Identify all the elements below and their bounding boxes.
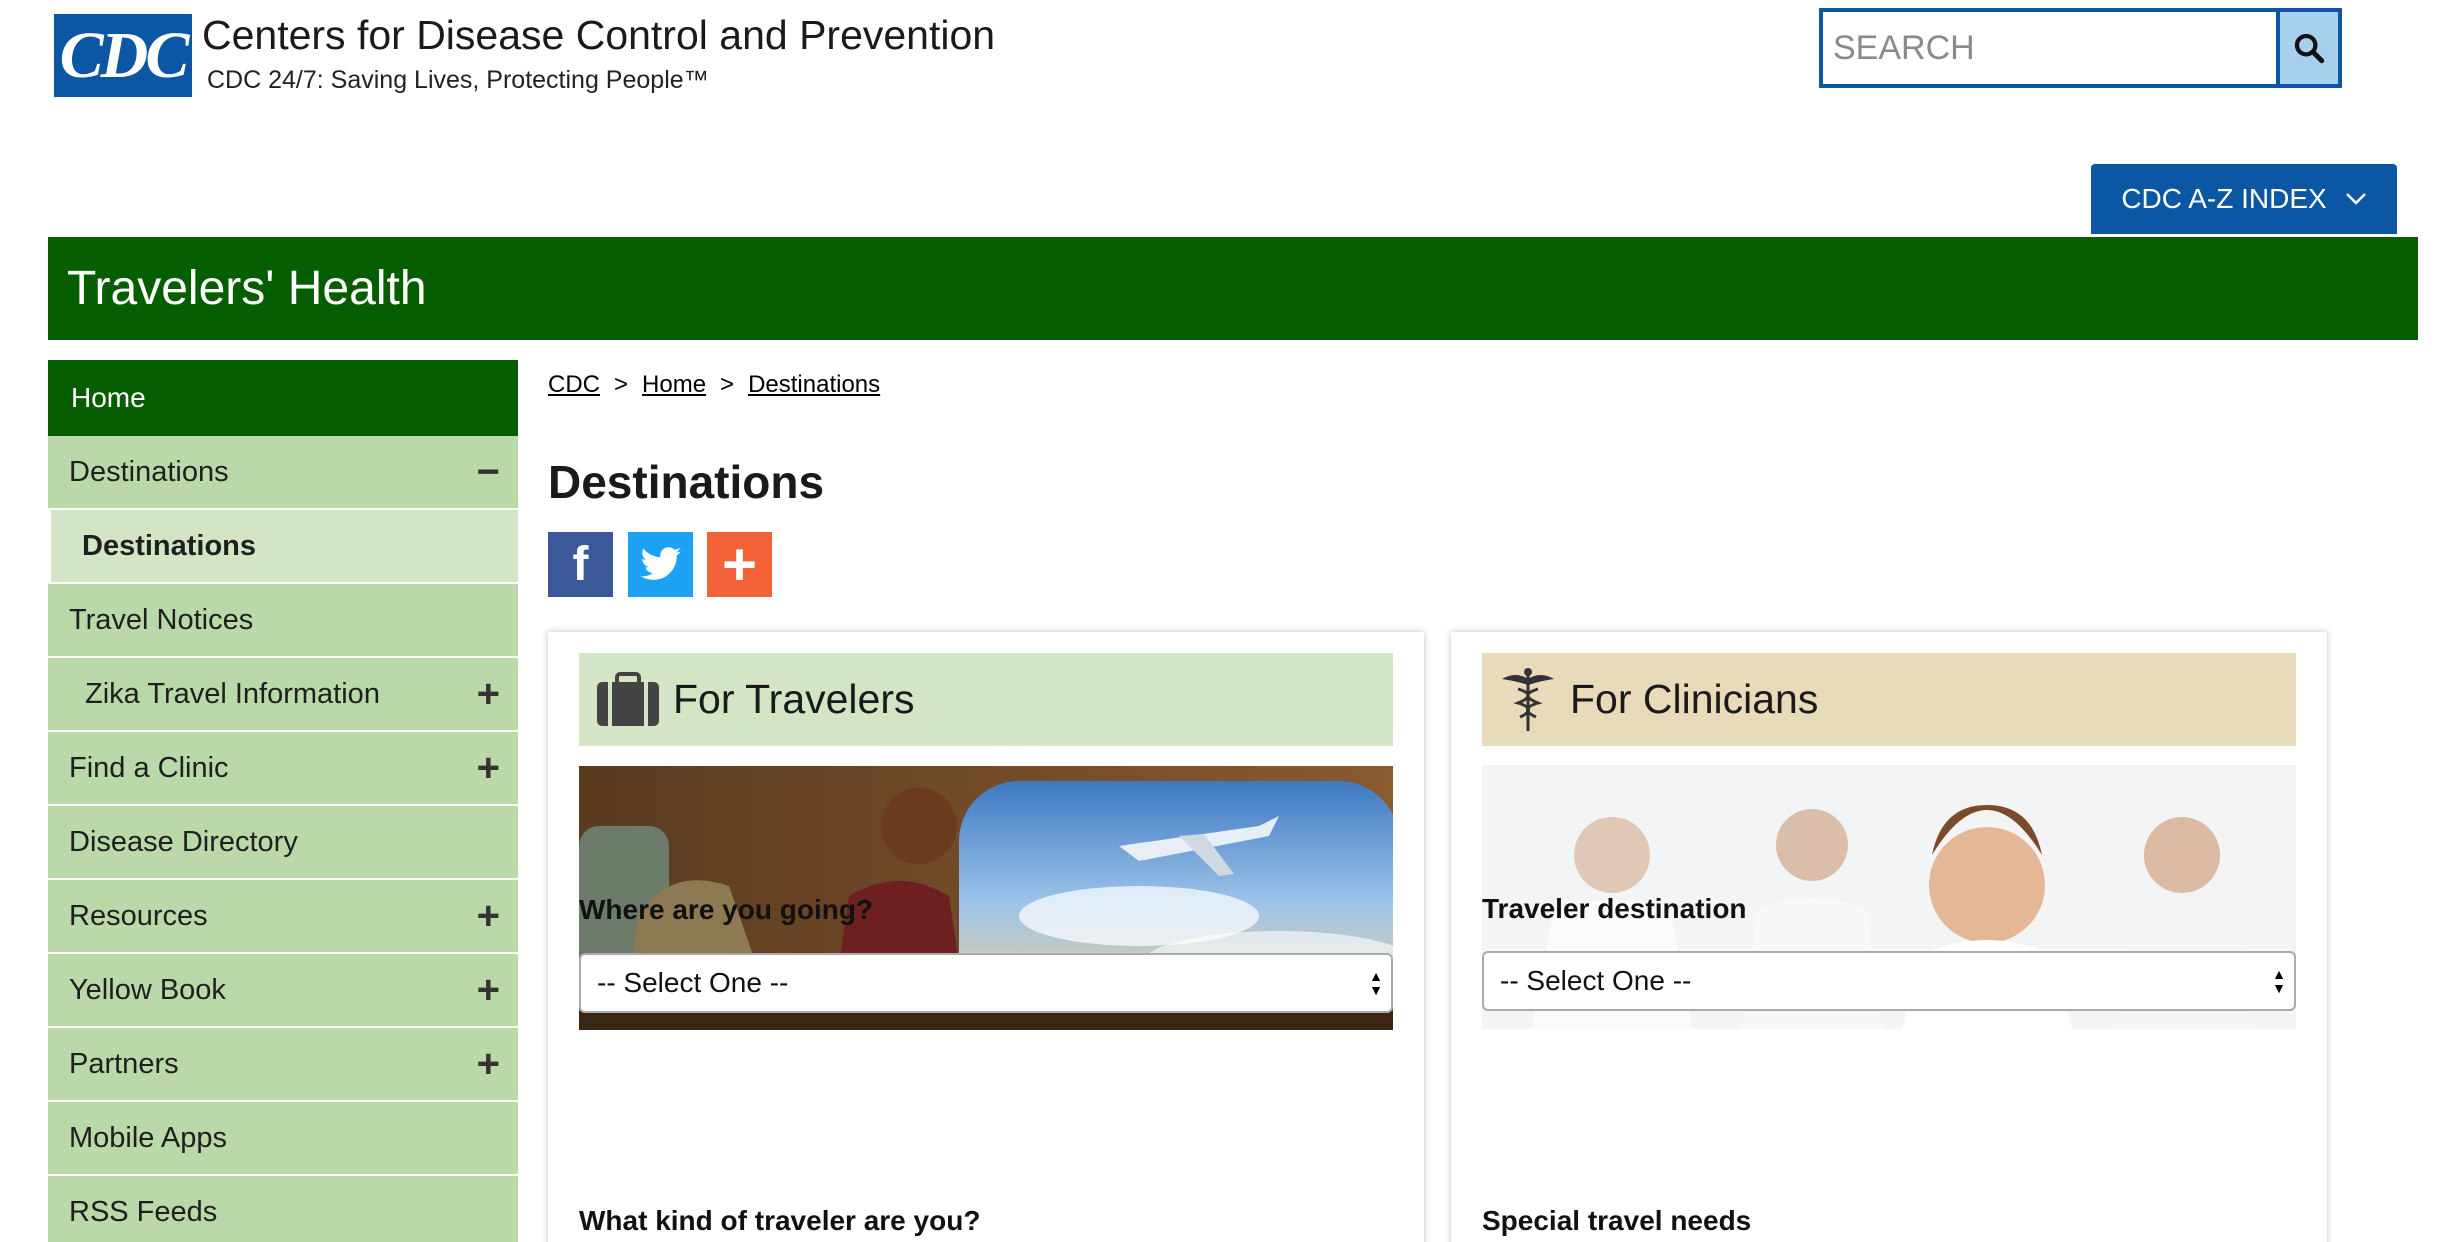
- select-value: -- Select One --: [597, 967, 789, 998]
- clinicians-card-title: For Clinicians: [1570, 676, 1819, 722]
- search-input[interactable]: [1823, 12, 2276, 84]
- select-value: -- Select One --: [1500, 965, 1692, 996]
- sidebar-item-rss-feeds[interactable]: RSS Feeds: [48, 1176, 518, 1242]
- travelers-card-title: For Travelers: [673, 676, 915, 722]
- search-button[interactable]: [2276, 12, 2338, 84]
- sidebar-item-destinations[interactable]: Destinations −: [48, 436, 518, 510]
- sidebar-item-find-clinic[interactable]: Find a Clinic +: [48, 732, 518, 806]
- suitcase-icon: [597, 671, 659, 726]
- caduceus-icon: [1502, 667, 1554, 731]
- chevron-down-icon: [2345, 193, 2366, 205]
- collapse-icon[interactable]: −: [477, 452, 500, 492]
- search-box: [1819, 8, 2342, 88]
- site-title[interactable]: Centers for Disease Control and Preventi…: [202, 12, 995, 59]
- expand-icon[interactable]: +: [477, 674, 500, 714]
- clinicians-card: For Clinicians Traveler destination -- S…: [1451, 632, 2327, 1242]
- traveler-type-question: What kind of traveler are you?: [579, 1205, 981, 1236]
- expand-icon[interactable]: +: [477, 748, 500, 788]
- travelers-card: For Travelers Where are you going? -- Se…: [548, 632, 1424, 1242]
- plus-icon: +: [721, 531, 758, 598]
- search-icon: [2294, 33, 2325, 64]
- breadcrumb-separator: >: [614, 371, 629, 398]
- traveler-destination-label: Traveler destination: [1482, 893, 1747, 924]
- facebook-icon: f: [572, 538, 589, 591]
- twitter-share-button[interactable]: [628, 532, 693, 597]
- sidebar-item-mobile-apps[interactable]: Mobile Apps: [48, 1102, 518, 1176]
- traveler-destination-select[interactable]: -- Select One -- ▲ ▼: [1482, 951, 2296, 1011]
- banner-title[interactable]: Travelers' Health: [67, 261, 427, 316]
- breadcrumb: CDC > Home > Destinations: [548, 371, 880, 399]
- add-share-button[interactable]: +: [707, 531, 772, 598]
- clinicians-card-header: For Clinicians: [1482, 653, 2296, 746]
- special-travel-needs-label: Special travel needs: [1482, 1205, 1752, 1236]
- select-arrows-icon: ▲ ▼: [2272, 966, 2286, 996]
- breadcrumb-separator: >: [720, 371, 735, 398]
- twitter-icon: [640, 546, 681, 580]
- expand-icon[interactable]: +: [477, 1044, 500, 1084]
- breadcrumb-home[interactable]: Home: [642, 371, 706, 399]
- cdc-logo[interactable]: CDC: [54, 14, 192, 97]
- sidebar-item-disease-directory[interactable]: Disease Directory: [48, 806, 518, 880]
- facebook-share-button[interactable]: f: [548, 532, 613, 597]
- sidebar-item-zika[interactable]: Zika Travel Information +: [48, 658, 518, 732]
- sidebar-item-home[interactable]: Home: [48, 360, 518, 436]
- expand-icon[interactable]: +: [477, 970, 500, 1010]
- destination-select[interactable]: -- Select One -- ▲ ▼: [579, 953, 1393, 1013]
- destination-question: Where are you going?: [579, 894, 874, 925]
- section-banner: Travelers' Health: [48, 237, 2418, 340]
- sidebar-nav: Home Destinations − Destinations Travel N…: [48, 360, 518, 1242]
- expand-icon[interactable]: +: [477, 896, 500, 936]
- sidebar-item-yellow-book[interactable]: Yellow Book +: [48, 954, 518, 1028]
- site-tagline: CDC 24/7: Saving Lives, Protecting Peopl…: [207, 66, 709, 94]
- select-arrows-icon: ▲ ▼: [1369, 968, 1383, 998]
- page-title: Destinations: [548, 456, 825, 508]
- az-index-label: CDC A-Z INDEX: [2121, 183, 2327, 214]
- sidebar-item-travel-notices[interactable]: Travel Notices: [48, 584, 518, 658]
- breadcrumb-cdc[interactable]: CDC: [548, 371, 600, 399]
- breadcrumb-destinations[interactable]: Destinations: [748, 371, 880, 399]
- az-index-button[interactable]: CDC A-Z INDEX: [2091, 164, 2397, 234]
- travelers-card-header: For Travelers: [579, 653, 1393, 746]
- sidebar-item-partners[interactable]: Partners +: [48, 1028, 518, 1102]
- sidebar-item-resources[interactable]: Resources +: [48, 880, 518, 954]
- sidebar-subitem-destinations[interactable]: Destinations: [51, 510, 518, 584]
